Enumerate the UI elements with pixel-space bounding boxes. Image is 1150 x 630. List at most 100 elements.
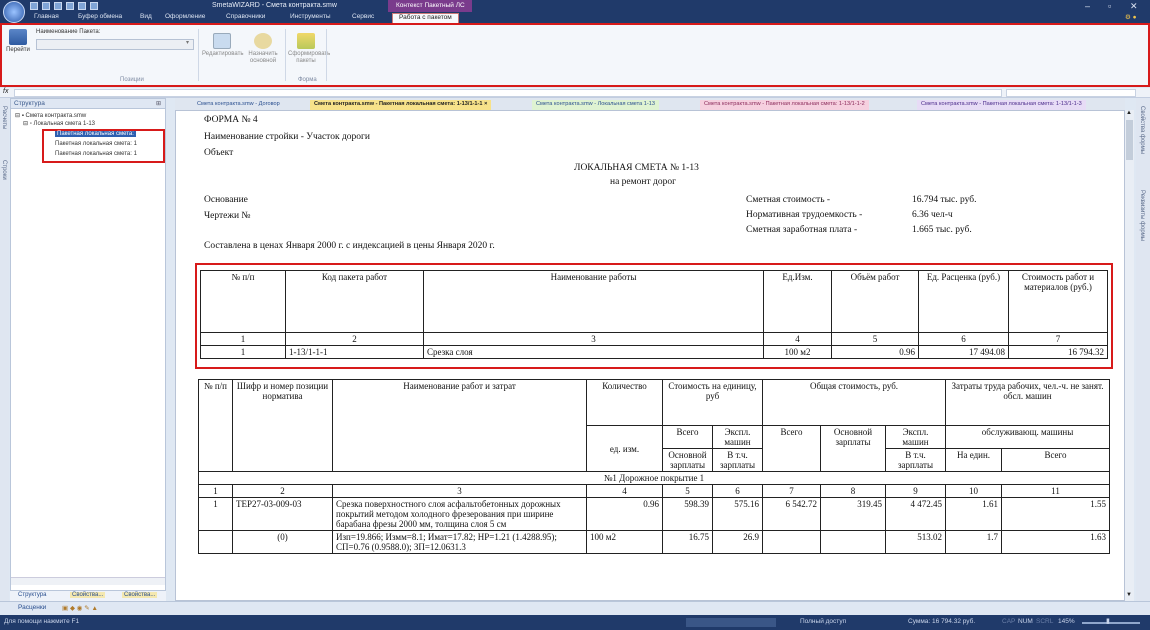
table-cell: 1: [200, 345, 286, 359]
structure-panel-header: Структура: [11, 99, 165, 109]
zoom-slider[interactable]: [1082, 622, 1140, 624]
formula-secondary-input[interactable]: [1006, 89, 1136, 97]
zoom-level: 145%: [1058, 618, 1075, 625]
panel-tab-structure[interactable]: Структура: [18, 592, 46, 598]
table-cell: 513.02: [885, 530, 946, 554]
ribbon-separator: [326, 29, 327, 81]
table-cell: 319.45: [820, 497, 886, 531]
edit-button[interactable]: Редактировать: [202, 33, 243, 58]
bottom-tool-icons[interactable]: ▣ ◆ ◉ ✎ ▲: [62, 604, 98, 612]
table-cell: 7: [1008, 332, 1108, 346]
table-cell: 4: [763, 332, 832, 346]
doc-tab-package-3[interactable]: Смета контракта.smw - Пакетная локальная…: [917, 100, 1086, 110]
table-header-cell: На един.: [945, 448, 1002, 472]
key-icon: [254, 33, 272, 49]
menu-references[interactable]: Справочники: [226, 13, 265, 20]
table-row[interactable]: (0) Изп=19.866; Измм=8.1; Имат=17.82; НР…: [198, 530, 1110, 554]
side-tab-form-properties[interactable]: Свойства формы: [1139, 106, 1145, 154]
tree-package-3[interactable]: Пакетная локальная смета: 1: [55, 151, 137, 157]
formula-input[interactable]: [14, 89, 1002, 97]
ribbon: Перейти Наименование Пакета: ▾ Позиции Р…: [0, 23, 1150, 87]
app-logo-icon[interactable]: [3, 1, 25, 23]
zoom-slider-thumb[interactable]: ▮: [1106, 617, 1110, 625]
form-packages-label: Сформировать пакеты: [288, 51, 331, 64]
print-icon[interactable]: [66, 2, 74, 10]
save-icon[interactable]: [54, 2, 62, 10]
minimize-icon[interactable]: –: [1085, 1, 1090, 11]
table-header-cell: В т.ч. зарплаты: [885, 448, 946, 472]
doc-tab-contract[interactable]: Смета контракта.smw - Договор: [193, 100, 284, 110]
status-bar: Для помощи нажмите F1 Полный доступ Сумм…: [0, 615, 1150, 630]
menu-tools[interactable]: Инструменты: [290, 13, 331, 20]
menu-service[interactable]: Сервис: [352, 13, 374, 20]
open-file-icon[interactable]: [42, 2, 50, 10]
undo-icon[interactable]: [78, 2, 86, 10]
menu-view[interactable]: Вид: [140, 13, 152, 20]
table-cell: 2: [285, 332, 424, 346]
menu-work-with-package[interactable]: Работа с пакетом: [392, 13, 459, 23]
panel-tab-properties-1[interactable]: Свойства...: [70, 592, 106, 598]
form-packages-button[interactable]: Сформировать пакеты: [288, 33, 330, 65]
maximize-icon[interactable]: ▫: [1108, 1, 1111, 11]
tree-package-1[interactable]: Пакетная локальная смета:: [55, 131, 136, 137]
table-header-cell: Наименование работы: [423, 270, 764, 333]
table-cell: 7: [762, 484, 821, 498]
table-cell: 1.55: [1001, 497, 1110, 531]
left-side-tabs: Расчеты Строки: [0, 98, 9, 601]
options-icon[interactable]: ⚙ ●: [1125, 13, 1137, 21]
table-header-cell: Ед. Расценка (руб.): [918, 270, 1009, 333]
doc-tab-package-2[interactable]: Смета контракта.smw - Пакетная локальная…: [700, 100, 869, 110]
table-cell: 0.96: [831, 345, 919, 359]
side-tab-rows[interactable]: Строки: [1, 160, 7, 180]
goto-button[interactable]: Перейти: [4, 29, 32, 54]
panel-tab-properties-2[interactable]: Свойства...: [122, 592, 158, 598]
table-cell: 0.96: [586, 497, 663, 531]
doc-tab-package-1[interactable]: Смета контракта.smw - Пакетная локальная…: [310, 100, 492, 110]
side-tab-form-requisites[interactable]: Реквизиты формы: [1139, 190, 1145, 241]
menu-clipboard[interactable]: Буфер обмена: [78, 13, 122, 20]
menu-formatting[interactable]: Оформление: [165, 13, 205, 20]
table-header-cell: обслуживающ. машины: [945, 425, 1110, 449]
side-tab-calculations[interactable]: Расчеты: [1, 106, 7, 129]
tree-package-2[interactable]: Пакетная локальная смета: 1: [55, 141, 137, 147]
table-cell: 6: [918, 332, 1009, 346]
packages-icon: [297, 33, 315, 49]
table-header-cell: Наименование работ и затрат: [332, 379, 587, 472]
panel-tabs: Структура Свойства... Свойства...: [10, 590, 166, 601]
cost-value: 16.794 тыс. руб.: [912, 195, 977, 205]
tab-close-icon[interactable]: ×: [484, 101, 487, 107]
tree-root[interactable]: ⊟ ▪ Смета контракта.smw: [15, 112, 86, 119]
table-cell: 1-13/1-1-1: [285, 345, 424, 359]
scroll-up-icon[interactable]: ▲: [1126, 110, 1132, 116]
tree-local-estimate[interactable]: ⊟ ▫ Локальная смета 1-13: [23, 120, 95, 127]
scroll-down-icon[interactable]: ▼: [1126, 592, 1132, 598]
redo-icon[interactable]: [90, 2, 98, 10]
new-file-icon[interactable]: [30, 2, 38, 10]
panel-hscrollbar[interactable]: [11, 577, 165, 585]
table-row[interactable]: 1 ТЕР27-03-009-03 Срезка поверхностного …: [198, 497, 1110, 531]
rates-tab[interactable]: Расценки: [18, 604, 46, 611]
table-header-row: № п/п Код пакета работ Наименование рабо…: [200, 270, 1108, 333]
table-row: №1 Дорожное покрытие 1: [198, 471, 1110, 485]
doc-tab-package-1-label: Смета контракта.smw - Пакетная локальная…: [314, 101, 483, 107]
table-cell: 16 794.32: [1008, 345, 1108, 359]
table-cell: 1.7: [945, 530, 1002, 554]
scroll-thumb[interactable]: [1126, 120, 1133, 160]
table-row[interactable]: 1 1-13/1-1-1 Срезка слоя 100 м2 0.96 17 …: [200, 345, 1108, 359]
package-name-select[interactable]: [36, 39, 194, 50]
sum-status: Сумма: 16 794.32 руб.: [908, 618, 976, 625]
chevron-down-icon[interactable]: ▾: [186, 39, 189, 46]
doc-tab-local-estimate[interactable]: Смета контракта.smw - Локальная смета 1-…: [532, 100, 659, 110]
pin-icon[interactable]: ⊞: [156, 100, 161, 107]
group-form-label: Форма: [298, 77, 317, 83]
table-cell: 1: [198, 497, 233, 531]
table-cell: 598.39: [662, 497, 713, 531]
close-icon[interactable]: ✕: [1130, 1, 1138, 12]
tree-root-label: Смета контракта.smw: [25, 113, 87, 119]
status-field[interactable]: [686, 618, 776, 627]
assign-main-button[interactable]: Назначить основной: [244, 33, 282, 65]
table-cell: 5: [662, 484, 713, 498]
menu-home[interactable]: Главная: [34, 13, 59, 20]
document-vscrollbar[interactable]: ▲ ▼: [1125, 110, 1134, 601]
table-cell: Срезка поверхностного слоя асфальтобетон…: [332, 497, 587, 531]
